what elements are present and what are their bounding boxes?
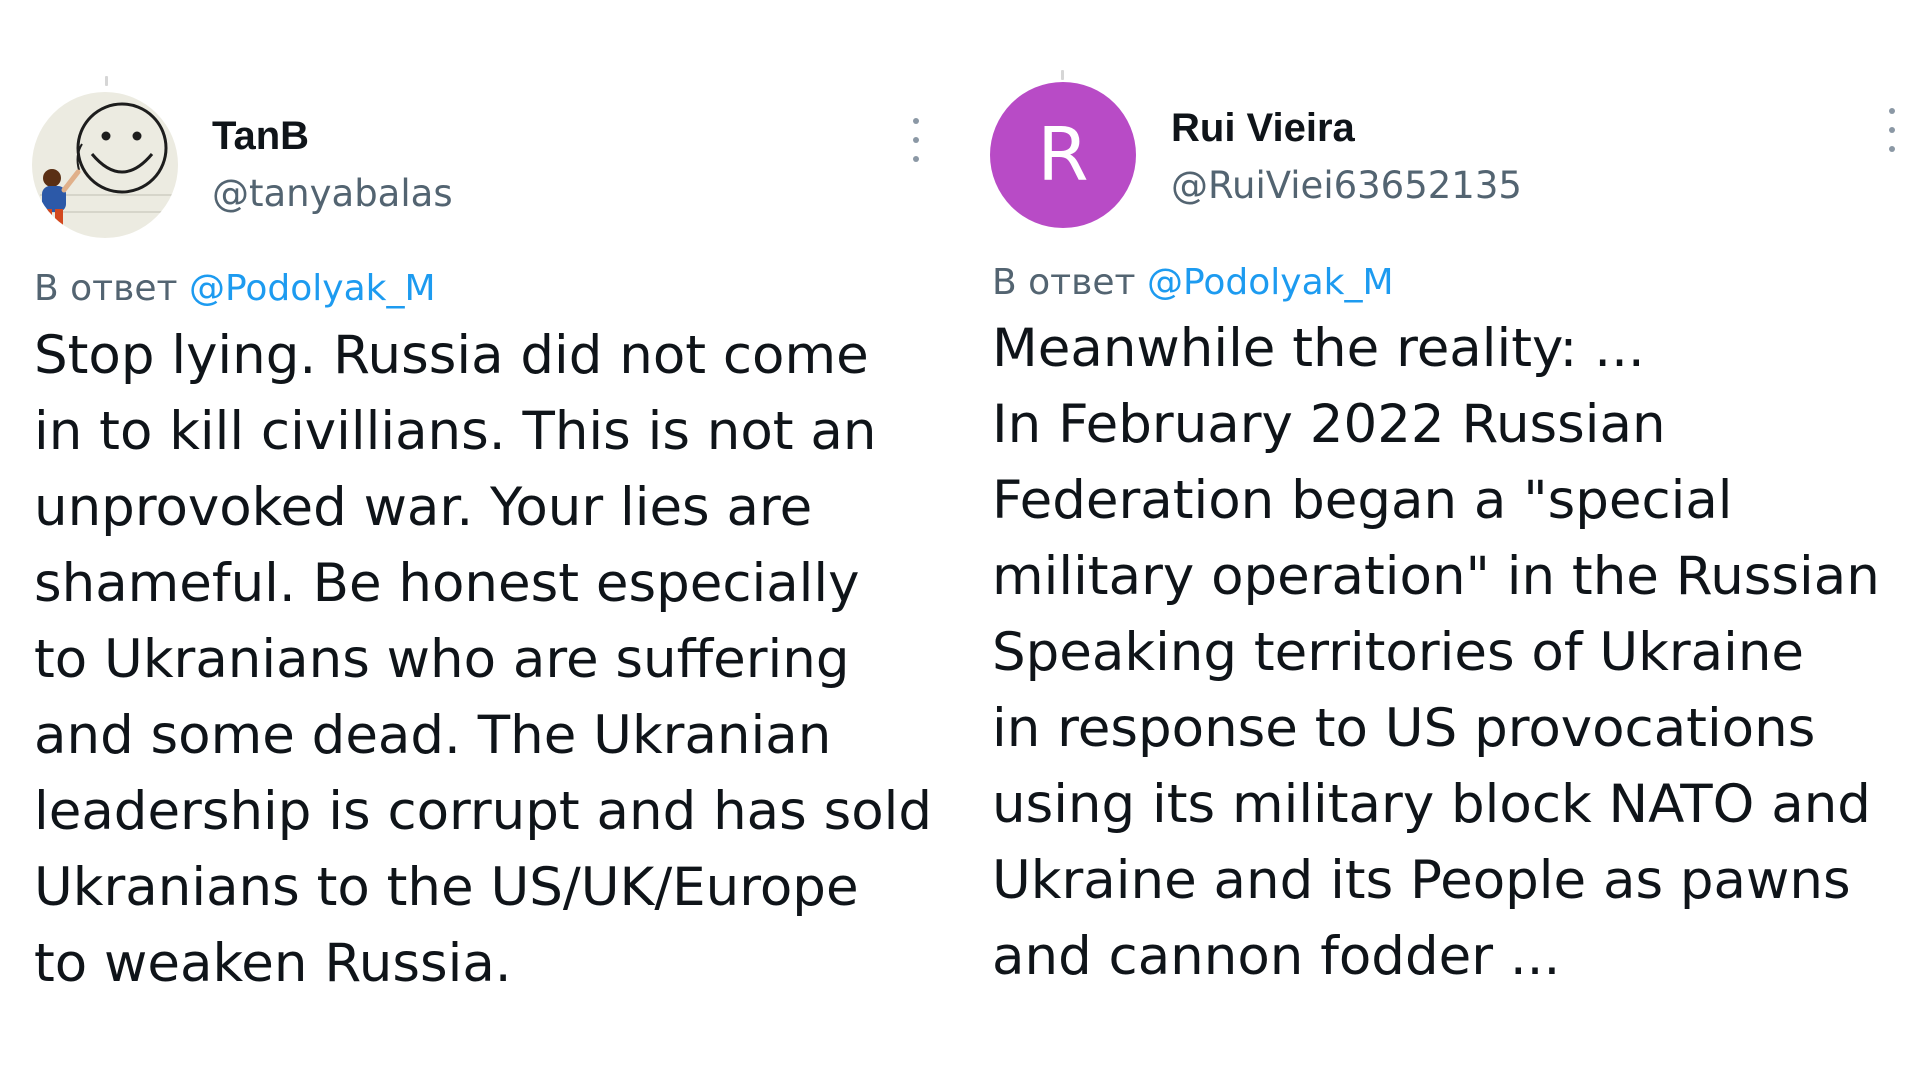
reply-mention-link[interactable]: @Podolyak_M: [1147, 262, 1394, 303]
display-name[interactable]: Rui Vieira: [1171, 106, 1355, 151]
reply-context: В ответ @Podolyak_M: [992, 262, 1394, 303]
avatar[interactable]: R: [990, 82, 1136, 228]
tweet-card-tanb: TanB @tanyabalas В ответ @Podolyak_M Sto…: [0, 0, 960, 1079]
avatar-letter: R: [1037, 112, 1089, 198]
tweet-text-line: unprovoked war. Your lies are: [34, 477, 813, 538]
more-dot-icon: [913, 118, 919, 124]
more-options-button[interactable]: [1884, 108, 1900, 152]
more-dot-icon: [1889, 127, 1895, 133]
timeline-thread-tick: [105, 76, 108, 86]
tweet-text-line: Federation began a "special: [992, 470, 1733, 531]
tweet-text-line: Stop lying. Russia did not come: [34, 325, 869, 386]
tweet-text-line: In February 2022 Russian: [992, 394, 1666, 455]
tweet-text-line: to Ukranians who are suffering: [34, 629, 850, 690]
tweet-text-line: and cannon fodder ...: [992, 926, 1561, 987]
tweet-text-line: and some dead. The Ukranian: [34, 705, 832, 766]
tweet-text-line: in to kill civillians. This is not an: [34, 401, 877, 462]
tweet-text-line: Ukraine and its People as pawns: [992, 850, 1851, 911]
tweet-text-line: Ukranians to the US/UK/Europe: [34, 857, 859, 918]
reply-prefix: В ответ: [34, 268, 178, 309]
avatar[interactable]: [32, 92, 178, 238]
smiley-drawing-avatar-icon: [32, 92, 178, 238]
tweet-text-line: military operation" in the Russian: [992, 546, 1880, 607]
tweet-text-line: Speaking territories of Ukraine: [992, 622, 1805, 683]
tweet-text: Meanwhile the reality: ... In February 2…: [992, 311, 1880, 995]
user-handle[interactable]: @tanyabalas: [212, 172, 453, 215]
display-name[interactable]: TanB: [212, 114, 309, 159]
tweet-card-rui-vieira: R Rui Vieira @RuiViei63652135 В ответ @P…: [960, 0, 1920, 1079]
reply-context: В ответ @Podolyak_M: [34, 268, 436, 309]
more-dot-icon: [913, 156, 919, 162]
more-dot-icon: [1889, 146, 1895, 152]
reply-mention-link[interactable]: @Podolyak_M: [189, 268, 436, 309]
tweet-text-line: leadership is corrupt and has sold: [34, 781, 933, 842]
user-handle[interactable]: @RuiViei63652135: [1171, 164, 1522, 207]
tweet-text-line: Meanwhile the reality: ...: [992, 318, 1645, 379]
tweet-text-line: using its military block NATO and: [992, 774, 1871, 835]
tweet-text-line: to weaken Russia.: [34, 933, 512, 994]
tweet-text-line: in response to US provocations: [992, 698, 1816, 759]
tweet-text: Stop lying. Russia did not come in to ki…: [34, 318, 932, 1002]
more-dot-icon: [1889, 108, 1895, 114]
reply-prefix: В ответ: [992, 262, 1136, 303]
more-dot-icon: [913, 137, 919, 143]
tweet-text-line: shameful. Be honest especially: [34, 553, 860, 614]
more-options-button[interactable]: [908, 118, 924, 162]
timeline-thread-tick: [1061, 70, 1064, 80]
